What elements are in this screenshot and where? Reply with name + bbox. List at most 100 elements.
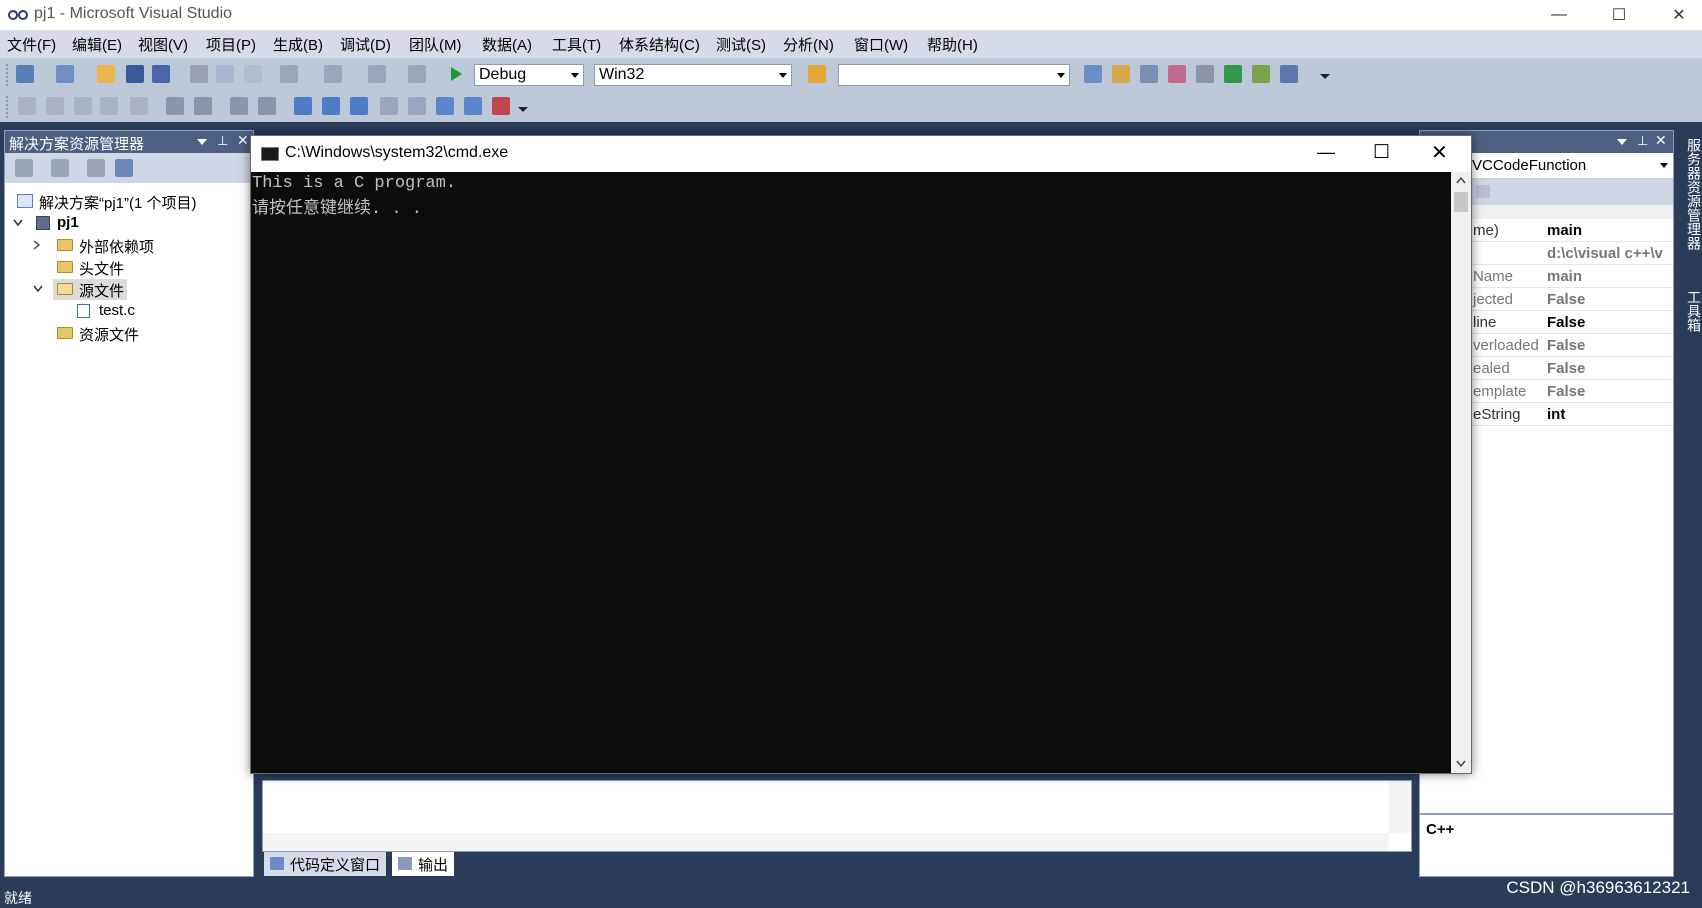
undo-icon[interactable] bbox=[280, 65, 298, 83]
tree-item-test-c[interactable]: test.c bbox=[51, 301, 231, 323]
output-hscrollbar[interactable] bbox=[263, 833, 1389, 851]
paste-icon[interactable] bbox=[244, 65, 262, 83]
platform-select[interactable]: Win32 bbox=[594, 64, 792, 86]
menu-debug[interactable]: 调试(D) bbox=[340, 34, 391, 55]
console-close-icon[interactable]: ✕ bbox=[1431, 140, 1448, 165]
view-class-diagram-icon[interactable] bbox=[115, 159, 133, 177]
new-project-icon[interactable] bbox=[16, 65, 34, 83]
find-in-files-icon[interactable] bbox=[808, 65, 826, 83]
cut-icon[interactable] bbox=[190, 65, 208, 83]
previous-bookmark-folder-icon[interactable] bbox=[380, 97, 398, 115]
object-browser-icon[interactable] bbox=[1140, 65, 1158, 83]
refresh-icon[interactable] bbox=[87, 159, 105, 177]
chevron-down-icon[interactable] bbox=[33, 285, 43, 293]
navigate-forward-icon[interactable] bbox=[408, 65, 426, 83]
solution-config-select[interactable]: Debug bbox=[474, 64, 584, 86]
increase-indent-icon[interactable] bbox=[194, 97, 212, 115]
toolbar-grip[interactable] bbox=[6, 64, 10, 86]
properties-window-icon[interactable] bbox=[1112, 65, 1130, 83]
tab-server-explorer[interactable]: 服务器资源管理器 bbox=[1684, 138, 1702, 250]
save-icon[interactable] bbox=[126, 65, 144, 83]
menu-project[interactable]: 项目(P) bbox=[206, 34, 256, 55]
output-scrollbar[interactable] bbox=[1389, 781, 1411, 833]
extension-manager-icon[interactable] bbox=[1252, 65, 1270, 83]
maximize-button[interactable]: ☐ bbox=[1590, 0, 1648, 30]
console-title-bar[interactable]: C:\Windows\system32\cmd.exe — ☐ ✕ bbox=[251, 136, 1471, 172]
save-all-icon[interactable] bbox=[152, 65, 170, 83]
menu-analyze[interactable]: 分析(N) bbox=[783, 34, 834, 55]
open-file-icon[interactable] bbox=[97, 65, 115, 83]
console-minimize-icon[interactable]: — bbox=[1317, 142, 1335, 163]
scroll-down-icon[interactable] bbox=[1456, 760, 1466, 767]
command-window-icon[interactable] bbox=[1280, 65, 1298, 83]
menu-team[interactable]: 团队(M) bbox=[409, 34, 462, 55]
menu-data[interactable]: 数据(A) bbox=[482, 34, 532, 55]
scroll-up-icon[interactable] bbox=[1456, 177, 1466, 184]
uncomment-lines-icon[interactable] bbox=[258, 97, 276, 115]
minimize-button[interactable]: — bbox=[1530, 0, 1588, 30]
copy-icon[interactable] bbox=[216, 65, 234, 83]
tree-item-header-files[interactable]: 头文件 bbox=[31, 257, 231, 279]
properties-icon[interactable] bbox=[15, 159, 33, 177]
panel-menu-icon[interactable] bbox=[1617, 139, 1627, 147]
add-item-icon[interactable] bbox=[56, 65, 74, 83]
panel-close-icon[interactable]: ✕ bbox=[1655, 132, 1667, 149]
tree-item-external-deps[interactable]: 外部依赖项 bbox=[31, 235, 231, 257]
tree-item-resource-files[interactable]: 资源文件 bbox=[31, 323, 231, 345]
next-bookmark-doc-icon[interactable] bbox=[464, 97, 482, 115]
tab-output[interactable]: 输出 bbox=[392, 852, 455, 876]
quick-info-icon[interactable] bbox=[74, 97, 92, 115]
console-maximize-icon[interactable]: ☐ bbox=[1373, 141, 1390, 164]
console-output[interactable]: This is a C program. 请按任意键继续. . . bbox=[251, 172, 1451, 773]
tree-item-source-files[interactable]: 源文件 bbox=[31, 279, 231, 301]
navigate-back-icon[interactable] bbox=[368, 65, 386, 83]
toolbar-options-icon[interactable] bbox=[516, 99, 530, 117]
menu-tools[interactable]: 工具(T) bbox=[552, 34, 601, 55]
chevron-down-icon[interactable] bbox=[13, 219, 23, 227]
menu-file[interactable]: 文件(F) bbox=[7, 34, 56, 55]
start-debugging-icon[interactable] bbox=[448, 65, 464, 83]
panel-close-icon[interactable]: ✕ bbox=[237, 132, 249, 149]
next-bookmark-folder-icon[interactable] bbox=[408, 97, 426, 115]
toggle-outline-icon[interactable] bbox=[130, 97, 148, 115]
clear-bookmarks-icon[interactable] bbox=[492, 97, 510, 115]
tools-icon[interactable] bbox=[1196, 65, 1214, 83]
tab-toolbox[interactable]: 工具箱 bbox=[1684, 290, 1702, 332]
toolbar-options-icon[interactable] bbox=[1318, 66, 1332, 84]
close-button[interactable]: ✕ bbox=[1650, 0, 1702, 30]
description-splitter[interactable] bbox=[1420, 813, 1673, 815]
previous-bookmark-doc-icon[interactable] bbox=[436, 97, 454, 115]
comment-lines-icon[interactable] bbox=[230, 97, 248, 115]
console-scrollbar[interactable] bbox=[1451, 172, 1471, 773]
find-combo[interactable] bbox=[838, 64, 1070, 86]
show-all-files-icon[interactable] bbox=[51, 159, 69, 177]
toolbox-icon[interactable] bbox=[1168, 65, 1186, 83]
menu-window[interactable]: 窗口(W) bbox=[854, 34, 908, 55]
previous-bookmark-icon[interactable] bbox=[322, 97, 340, 115]
toggle-bookmark-icon[interactable] bbox=[294, 97, 312, 115]
pin-icon[interactable]: ⊥ bbox=[1637, 133, 1648, 149]
tab-code-definition[interactable]: 代码定义窗口 bbox=[264, 852, 387, 876]
menu-build[interactable]: 生成(B) bbox=[273, 34, 323, 55]
menu-view[interactable]: 视图(V) bbox=[138, 34, 188, 55]
output-panel[interactable] bbox=[262, 780, 1412, 852]
menu-test[interactable]: 测试(S) bbox=[716, 34, 766, 55]
property-pages-icon[interactable] bbox=[1476, 185, 1490, 198]
menu-architecture[interactable]: 体系结构(C) bbox=[619, 34, 700, 55]
pin-icon[interactable]: ⊥ bbox=[217, 133, 228, 149]
scroll-thumb[interactable] bbox=[1454, 192, 1468, 212]
console-window[interactable]: C:\Windows\system32\cmd.exe — ☐ ✕ This i… bbox=[250, 135, 1472, 774]
menu-edit[interactable]: 编辑(E) bbox=[72, 34, 122, 55]
panel-menu-icon[interactable] bbox=[197, 139, 207, 147]
redo-icon[interactable] bbox=[324, 65, 342, 83]
menu-help[interactable]: 帮助(H) bbox=[927, 34, 978, 55]
parameter-info-icon[interactable] bbox=[46, 97, 64, 115]
display-object-icon[interactable] bbox=[18, 97, 36, 115]
project-node[interactable]: pj1 bbox=[11, 213, 211, 235]
chevron-right-icon[interactable] bbox=[33, 240, 41, 250]
complete-word-icon[interactable] bbox=[100, 97, 118, 115]
solution-explorer-icon[interactable] bbox=[1084, 65, 1102, 83]
toolbar-grip[interactable] bbox=[6, 96, 10, 118]
next-bookmark-icon[interactable] bbox=[350, 97, 368, 115]
start-page-icon[interactable] bbox=[1224, 65, 1242, 83]
